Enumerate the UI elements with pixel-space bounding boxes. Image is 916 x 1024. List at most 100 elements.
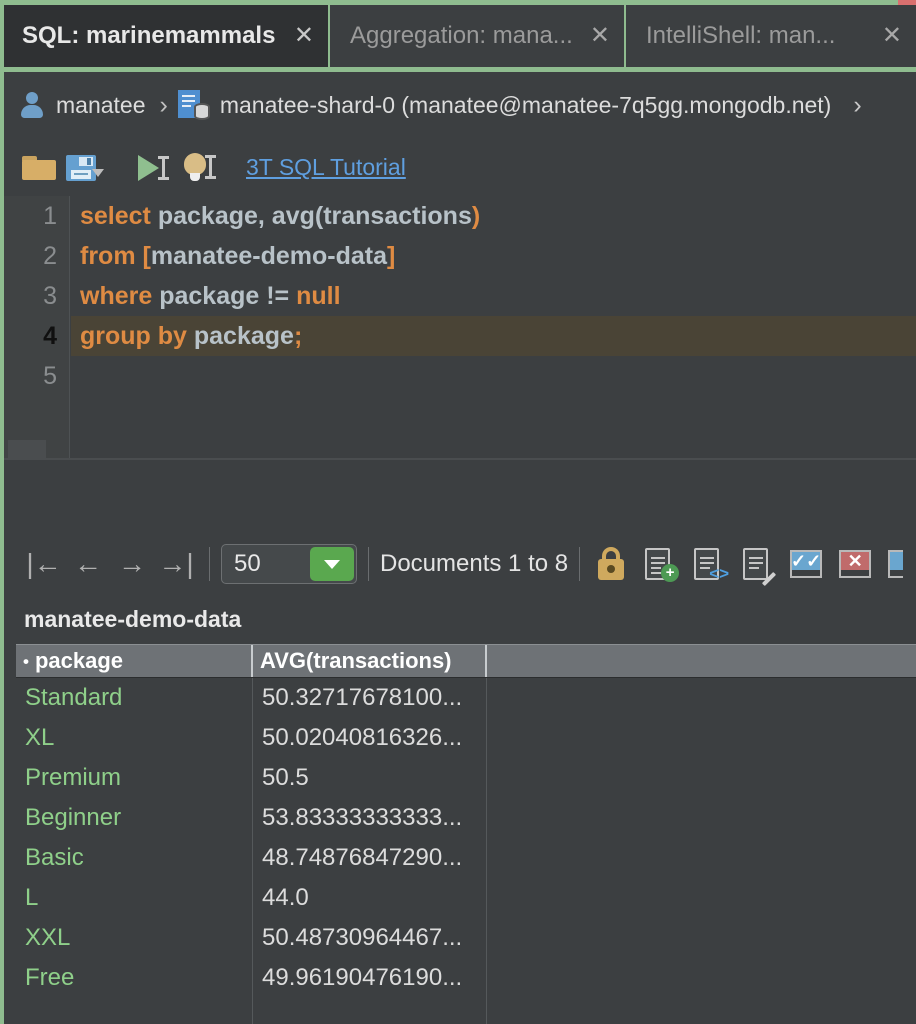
line-number: 1 [4, 196, 69, 236]
table-row[interactable]: XXL 50.48730964467... [16, 918, 916, 958]
cell-empty [487, 718, 916, 758]
edit-document-icon[interactable] [738, 545, 778, 583]
splitter-handle[interactable] [8, 440, 46, 458]
table-row[interactable]: Basic 48.74876847290... [16, 838, 916, 878]
bullet-icon: • [23, 653, 29, 670]
tab-intellishell[interactable]: IntelliShell: man... ✕ [628, 5, 916, 67]
close-icon[interactable]: ✕ [294, 24, 314, 48]
cell-empty [487, 838, 916, 878]
cell-avg: 50.5 [253, 758, 487, 798]
cell-package: Standard [16, 678, 253, 718]
toolbar-divider-2 [368, 547, 369, 581]
line-number: 2 [4, 236, 69, 276]
line-number-gutter: 1 2 3 4 5 [4, 196, 70, 458]
sql-line-4-current: group by package; [71, 316, 916, 356]
cell-empty [487, 798, 916, 838]
cell-avg: 48.74876847290... [253, 838, 487, 878]
close-icon[interactable]: ✕ [882, 24, 902, 48]
sql-editor[interactable]: 1 2 3 4 5 select package, avg(transactio… [4, 196, 916, 458]
breadcrumb-user[interactable]: manatee [56, 92, 146, 119]
server-database-icon [178, 90, 210, 120]
user-icon [18, 91, 46, 119]
cell-avg: 50.48730964467... [253, 918, 487, 958]
page-size-input[interactable]: 50 [221, 544, 357, 584]
commit-changes-icon[interactable]: ✓✓ [787, 545, 827, 583]
previous-page-icon[interactable]: ← [66, 544, 110, 584]
more-actions-icon[interactable] [885, 545, 903, 583]
result-table: manatee-demo-data • package AVG(transact… [4, 594, 916, 1024]
tab-label: IntelliShell: man... [646, 22, 870, 50]
last-page-icon[interactable]: →| [154, 544, 198, 584]
tab-bar: SQL: marinemammals ✕ Aggregation: mana..… [0, 0, 916, 72]
cell-package: Basic [16, 838, 253, 878]
column-header-label: AVG(transactions) [260, 648, 452, 674]
cell-package: L [16, 878, 253, 918]
breadcrumb-server[interactable]: manatee-shard-0 (manatee@manatee-7q5gg.m… [220, 92, 832, 119]
window-accent-strip [0, 0, 4, 1024]
column-header-package[interactable]: • package [16, 645, 251, 677]
cell-package: XXL [16, 918, 253, 958]
page-size-dropdown-button[interactable] [310, 547, 354, 581]
cell-avg: 53.83333333333... [253, 798, 487, 838]
table-row[interactable]: XL 50.02040816326... [16, 718, 916, 758]
cell-avg: 50.32717678100... [253, 678, 487, 718]
cell-package: Premium [16, 758, 253, 798]
document-range-label: Documents 1 to 8 [380, 550, 568, 578]
run-query-icon[interactable] [132, 147, 176, 187]
table-empty-space [16, 998, 916, 1024]
cell-empty [487, 758, 916, 798]
horizontal-splitter[interactable] [4, 458, 916, 460]
line-number-current: 4 [4, 316, 69, 356]
table-row[interactable]: L 44.0 [16, 878, 916, 918]
table-row[interactable]: Premium 50.5 [16, 758, 916, 798]
view-document-json-icon[interactable]: <> [689, 545, 729, 583]
unlock-icon[interactable] [591, 545, 631, 583]
sql-line-1: select package, avg(transactions) [71, 196, 916, 236]
result-tab-bar: Result SQL Query Query Code Explain [4, 462, 916, 524]
cell-empty [487, 958, 916, 998]
table-row[interactable]: Standard 50.32717678100... [16, 678, 916, 718]
sql-tutorial-link[interactable]: 3T SQL Tutorial [246, 154, 406, 181]
table-row[interactable]: Free 49.96190476190... [16, 958, 916, 998]
column-header-empty[interactable] [487, 645, 916, 677]
line-number: 5 [4, 356, 69, 396]
close-icon[interactable]: ✕ [590, 24, 610, 48]
lightbulb-icon[interactable] [176, 147, 220, 187]
save-icon[interactable] [62, 147, 106, 187]
column-header-label: package [35, 648, 123, 674]
cell-avg: 49.96190476190... [253, 958, 487, 998]
table-row[interactable]: Beginner 53.83333333333... [16, 798, 916, 838]
sql-line-2: from [manatee-demo-data] [71, 236, 916, 276]
chevron-right-icon-end: › [853, 91, 861, 120]
tab-sql-marinemammals[interactable]: SQL: marinemammals ✕ [4, 5, 330, 67]
chevron-down-icon[interactable] [92, 169, 104, 177]
next-page-icon[interactable]: → [110, 544, 154, 584]
cell-package: Beginner [16, 798, 253, 838]
chevron-right-icon: › [160, 91, 168, 120]
tab-label: Aggregation: mana... [350, 22, 578, 50]
cell-empty [487, 678, 916, 718]
sql-line-3: where package != null [71, 276, 916, 316]
sql-line-5 [71, 356, 916, 396]
cell-avg: 50.02040816326... [253, 718, 487, 758]
table-header-row: • package AVG(transactions) [16, 644, 916, 678]
folder-open-icon[interactable] [18, 147, 62, 187]
tab-aggregation[interactable]: Aggregation: mana... ✕ [332, 5, 626, 67]
discard-changes-icon[interactable]: ✕ [836, 545, 876, 583]
line-number: 3 [4, 276, 69, 316]
cell-empty [487, 918, 916, 958]
cell-package: XL [16, 718, 253, 758]
cell-empty [487, 878, 916, 918]
collection-name-label: manatee-demo-data [4, 594, 916, 644]
cell-package: Free [16, 958, 253, 998]
add-document-icon[interactable]: + [640, 545, 680, 583]
breadcrumb: manatee › manatee-shard-0 (manatee@manat… [4, 72, 916, 138]
result-toolbar: |← ← → →| 50 Documents 1 to 8 + <> [4, 534, 916, 594]
chevron-down-icon [324, 560, 340, 569]
sql-code-area[interactable]: select package, avg(transactions) from [… [71, 196, 916, 458]
toolbar-divider-3 [579, 547, 580, 581]
first-page-icon[interactable]: |← [22, 544, 66, 584]
column-header-avg[interactable]: AVG(transactions) [253, 645, 485, 677]
cell-avg: 44.0 [253, 878, 487, 918]
tab-label: SQL: marinemammals [22, 22, 282, 50]
